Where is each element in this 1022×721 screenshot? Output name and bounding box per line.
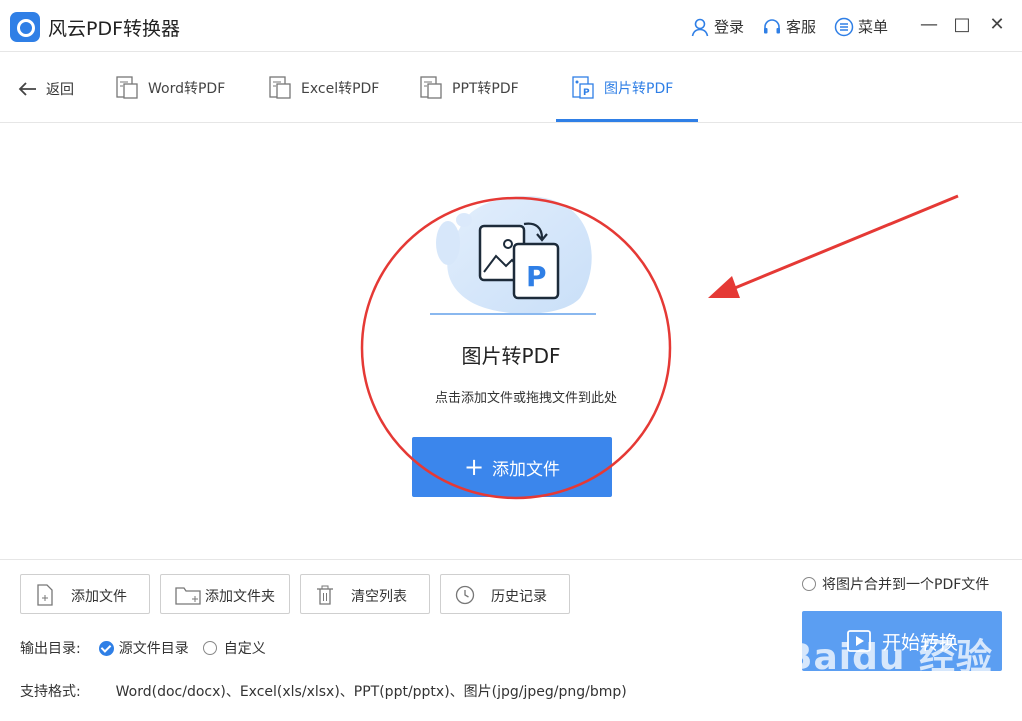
minimize-button[interactable]: — <box>916 12 942 38</box>
tab-label: Excel转PDF <box>301 81 380 97</box>
login-label: 登录 <box>714 18 745 36</box>
baidu-watermark-url: jingyan.baidu.com <box>790 678 929 696</box>
app-title: 风云PDF转换器 <box>48 18 181 40</box>
add-file-main-label: 添加文件 <box>492 459 561 480</box>
title-bar: 风云PDF转换器 登录 客服 菜单 — □ ✕ <box>0 0 1022 52</box>
tab-label: PPT转PDF <box>452 81 519 97</box>
tab-ppt-to-pdf[interactable]: PPT转PDF <box>418 53 519 123</box>
add-file-icon <box>37 584 53 606</box>
clear-list-label: 清空列表 <box>351 589 407 605</box>
supported-formats-row: 支持格式: Word(doc/docx)、Excel(xls/xlsx)、PPT… <box>20 681 627 701</box>
close-button[interactable]: ✕ <box>984 12 1010 38</box>
history-button[interactable]: 历史记录 <box>440 574 570 614</box>
baidu-watermark: Baidu 经验 <box>785 637 994 678</box>
add-folder-label: 添加文件夹 <box>205 589 275 605</box>
custom-dir-label[interactable]: 自定义 <box>224 638 266 658</box>
menu-icon <box>834 17 854 36</box>
output-dir-label: 输出目录: <box>20 641 81 657</box>
history-label: 历史记录 <box>491 589 547 605</box>
arrow-left-icon <box>18 82 36 96</box>
tab-label: 图片转PDF <box>604 81 674 97</box>
login-button[interactable]: 登录 <box>690 16 744 37</box>
add-file-label: 添加文件 <box>71 589 127 605</box>
app-logo-icon <box>10 12 40 42</box>
add-file-main-button[interactable]: + 添加文件 <box>412 437 612 497</box>
back-button[interactable]: 返回 <box>18 79 74 99</box>
custom-dir-radio[interactable] <box>202 641 217 655</box>
menu-label: 菜单 <box>858 18 889 36</box>
image-doc-icon: P <box>572 76 594 99</box>
add-folder-icon <box>175 587 201 605</box>
active-tab-indicator <box>556 119 698 122</box>
clear-list-button[interactable]: 清空列表 <box>300 574 430 614</box>
image-to-pdf-illustration: P <box>430 196 596 315</box>
dropzone-title: 图片转PDF <box>461 344 561 368</box>
tab-excel-to-pdf[interactable]: Excel转PDF <box>267 53 379 123</box>
back-label: 返回 <box>46 82 74 98</box>
tab-label: Word转PDF <box>148 81 226 97</box>
formats-value: Word(doc/docx)、Excel(xls/xlsx)、PPT(ppt/p… <box>115 684 627 700</box>
service-label: 客服 <box>786 18 817 36</box>
tab-word-to-pdf[interactable]: Word转PDF <box>114 53 225 123</box>
output-directory-row: 输出目录: 源文件目录 自定义 <box>20 638 266 658</box>
clock-icon <box>455 585 475 605</box>
source-dir-radio[interactable] <box>98 640 114 656</box>
merge-radio[interactable] <box>802 577 816 591</box>
add-file-button[interactable]: 添加文件 <box>20 574 150 614</box>
annotation-arrow-head <box>708 276 740 298</box>
menu-button[interactable]: 菜单 <box>834 16 888 37</box>
source-dir-label[interactable]: 源文件目录 <box>119 638 189 658</box>
dropzone-hint: 点击添加文件或拖拽文件到此处 <box>434 391 617 406</box>
word-doc-icon <box>116 76 138 99</box>
add-folder-button[interactable]: 添加文件夹 <box>160 574 290 614</box>
conversion-tabs: 返回 Word转PDF Excel转PDF PPT转PDF P 图片转PDF <box>0 53 1022 123</box>
user-icon <box>691 18 709 36</box>
annotation-arrow-shaft <box>729 194 959 292</box>
svg-text:P: P <box>526 260 547 293</box>
svg-text:P: P <box>583 88 590 98</box>
ppt-doc-icon <box>420 76 442 99</box>
merge-option[interactable]: 将图片合并到一个PDF文件 <box>802 574 989 594</box>
headset-icon <box>764 18 780 33</box>
maximize-button[interactable]: □ <box>949 12 975 38</box>
formats-label: 支持格式: <box>20 684 81 700</box>
trash-icon <box>317 585 333 605</box>
tab-image-to-pdf[interactable]: P 图片转PDF <box>570 53 673 123</box>
excel-doc-icon <box>269 76 291 99</box>
merge-label: 将图片合并到一个PDF文件 <box>822 577 990 593</box>
plus-icon: + <box>463 453 485 481</box>
service-button[interactable]: 客服 <box>762 16 816 37</box>
